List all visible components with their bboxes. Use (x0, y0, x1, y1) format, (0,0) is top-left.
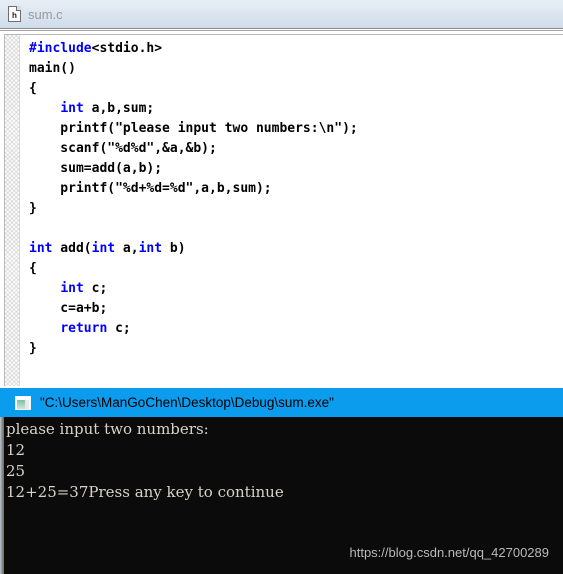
code-token: { (29, 261, 37, 276)
console-window[interactable]: "C:\Users\ManGoChen\Desktop\Debug\sum.ex… (0, 388, 563, 574)
code-token: printf("%d+%d=%d",a,b,sum); (29, 181, 272, 196)
code-line: { (29, 79, 559, 99)
code-token: a, (115, 241, 139, 256)
code-token: add( (52, 241, 92, 256)
code-token: c; (107, 321, 131, 336)
code-line: c=a+b; (29, 299, 559, 319)
code-line: int a,b,sum; (29, 99, 559, 119)
code-editor[interactable]: #include<stdio.h> main() { int a,b,sum; pr… (0, 30, 563, 388)
console-title: "C:\Users\ManGoChen\Desktop\Debug\sum.ex… (40, 395, 334, 410)
editor-tabstrip: h sum.c (0, 0, 563, 29)
code-line: return c; (29, 319, 559, 339)
code-token: <stdio.h> (91, 41, 163, 56)
code-line: printf("please input two numbers:\n"); (29, 119, 559, 139)
code-line: scanf("%d%d",&a,&b); (29, 139, 559, 159)
tab-sum-c[interactable]: h sum.c (0, 0, 63, 28)
code-token: sum=add(a,b); (29, 161, 163, 176)
code-line: #include<stdio.h> (29, 39, 559, 59)
code-line: int add(int a,int b) (29, 239, 559, 259)
code-line: int c; (29, 279, 559, 299)
code-keyword: int (60, 101, 84, 116)
code-token: } (29, 341, 37, 356)
console-titlebar[interactable]: "C:\Users\ManGoChen\Desktop\Debug\sum.ex… (0, 388, 563, 417)
code-token: { (29, 81, 37, 96)
code-keyword: #include (29, 41, 92, 56)
code-line: } (29, 339, 559, 359)
code-line: printf("%d+%d=%d",a,b,sum); (29, 179, 559, 199)
tab-label: sum.c (28, 6, 63, 22)
console-output-line: 25 (6, 462, 26, 480)
console-window-icon (15, 395, 31, 410)
code-token: } (29, 201, 37, 216)
code-token: scanf("%d%d",&a,&b); (29, 141, 217, 156)
code-token: c; (83, 281, 108, 296)
code-line: { (29, 259, 559, 279)
code-token: c=a+b; (29, 301, 108, 316)
screenshot-root: h sum.c #include<stdio.h> main(){ int a,b… (0, 0, 563, 574)
code-keyword: int (60, 281, 84, 296)
editor-frame: #include<stdio.h> main() { int a,b,sum; pr… (4, 34, 563, 386)
console-output-line: 12+25=37Press any key to continue (6, 483, 284, 501)
code-token: main() (29, 61, 76, 76)
editor-gutter (5, 35, 20, 386)
console-output-line: please input two numbers: (6, 420, 209, 438)
code-token: printf("please input two numbers:\n"); (29, 121, 358, 136)
file-h-icon: h (8, 6, 21, 22)
code-line: main() (29, 59, 559, 79)
code-keyword: return (60, 321, 108, 336)
file-icon-letter: h (12, 11, 17, 20)
code-keyword: int (29, 241, 53, 256)
watermark-url: https://blog.csdn.net/qq_42700289 (349, 545, 550, 560)
console-left-scrollbar[interactable] (0, 417, 4, 574)
console-output-line: 12 (6, 441, 26, 459)
code-keyword: int (91, 241, 116, 256)
code-token: b) (162, 241, 186, 256)
code-text[interactable]: #include<stdio.h> main() { int a,b,sum; pr… (29, 39, 559, 359)
code-line: sum=add(a,b); (29, 159, 559, 179)
code-line: } (29, 199, 559, 219)
code-keyword: int (138, 241, 163, 256)
code-token: a,b,sum; (83, 101, 155, 116)
